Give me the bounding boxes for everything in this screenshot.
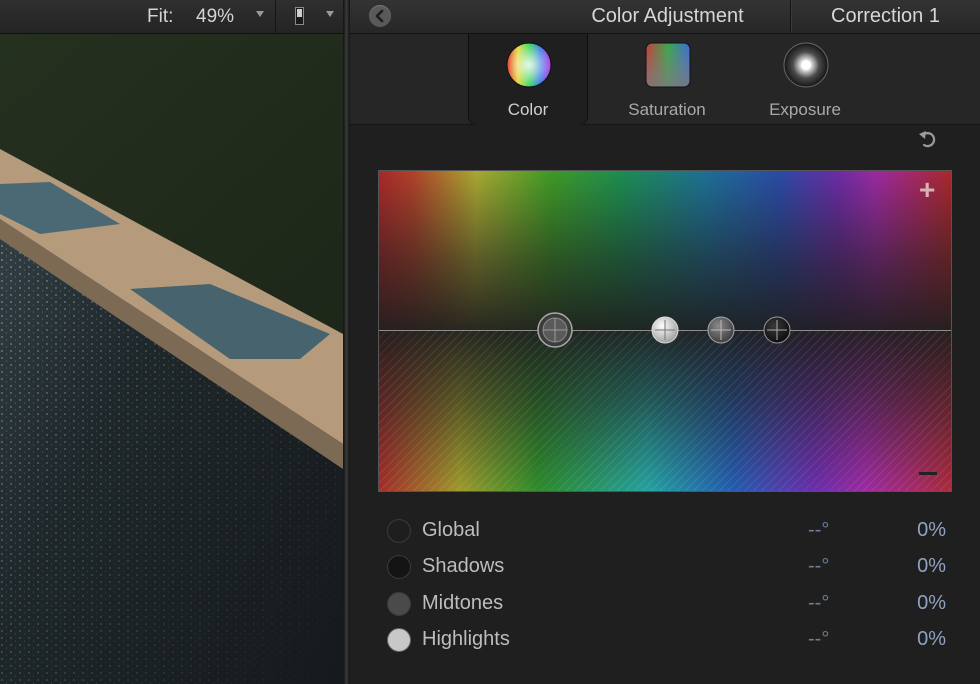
inspector-header: Color Adjustment Correction 1 xyxy=(350,0,980,34)
tab-saturation-label: Saturation xyxy=(628,100,706,119)
tab-color-label: Color xyxy=(507,100,549,119)
highlights-puck-icon xyxy=(651,316,679,344)
highlights-angle-value[interactable]: --° xyxy=(808,628,829,651)
color-board[interactable]: + xyxy=(378,170,952,492)
zoom-dropdown-icon[interactable] xyxy=(256,11,264,17)
highlights-puck[interactable] xyxy=(651,316,679,344)
back-button[interactable] xyxy=(369,5,391,27)
correction-name: Correction 1 xyxy=(831,5,940,27)
global-puck-icon xyxy=(537,312,573,348)
tab-saturation[interactable]: Saturation xyxy=(608,34,726,124)
midtones-percent-value[interactable]: 0% xyxy=(917,592,946,615)
midtones-angle-value[interactable]: --° xyxy=(808,592,829,615)
reset-icon[interactable] xyxy=(916,128,938,150)
tab-exposure[interactable]: Exposure xyxy=(746,34,864,124)
range-row-highlights[interactable]: Highlights --° 0% xyxy=(384,625,954,655)
shadows-percent-value[interactable]: 0% xyxy=(917,555,946,578)
range-row-shadows[interactable]: Shadows --° 0% xyxy=(384,552,954,582)
inspector-title: Color Adjustment xyxy=(591,5,744,27)
color-board-reduce-area[interactable] xyxy=(379,331,951,491)
toolbar-divider xyxy=(275,0,276,33)
viewer-image xyxy=(0,34,343,684)
shadows-puck-icon xyxy=(763,316,791,344)
shadows-label: Shadows xyxy=(422,555,505,577)
view-options-dropdown-icon[interactable] xyxy=(326,11,334,17)
tab-bar: Color Saturation Exposure xyxy=(350,34,980,126)
midtones-puck-icon xyxy=(707,316,735,344)
tab-exposure-label: Exposure xyxy=(769,100,841,119)
view-options-icon[interactable] xyxy=(295,7,304,25)
fit-label: Fit: xyxy=(147,6,174,27)
exposure-sphere-icon xyxy=(783,42,829,88)
highlights-swatch-icon[interactable] xyxy=(387,628,411,652)
global-label: Global xyxy=(422,519,480,541)
color-wheel-icon xyxy=(506,42,552,88)
shadows-swatch-icon[interactable] xyxy=(387,555,411,579)
global-percent-value[interactable]: 0% xyxy=(917,519,946,542)
color-inspector: Color Adjustment Correction 1 Color Satu… xyxy=(350,0,980,684)
midtones-label: Midtones xyxy=(422,592,504,614)
global-angle-value[interactable]: --° xyxy=(808,519,829,542)
highlights-label: Highlights xyxy=(422,628,510,650)
tab-color[interactable]: Color xyxy=(468,34,588,126)
global-swatch-icon[interactable] xyxy=(387,519,411,543)
shadows-puck[interactable] xyxy=(763,316,791,344)
range-row-midtones[interactable]: Midtones --° 0% xyxy=(384,589,954,619)
range-row-global[interactable]: Global --° 0% xyxy=(384,516,954,546)
zoom-value[interactable]: 49% xyxy=(196,6,234,28)
viewer-panel: Fit: 49% xyxy=(0,0,343,684)
color-board-boost-area[interactable] xyxy=(379,171,951,330)
plus-icon: + xyxy=(919,174,936,205)
panel-divider[interactable] xyxy=(343,0,350,684)
midtones-swatch-icon[interactable] xyxy=(387,592,411,616)
saturation-swatch-icon xyxy=(645,42,691,88)
highlights-percent-value[interactable]: 0% xyxy=(917,628,946,651)
midtones-puck[interactable] xyxy=(707,316,735,344)
shadows-angle-value[interactable]: --° xyxy=(808,555,829,578)
viewer-toolbar: Fit: 49% xyxy=(0,0,343,34)
chevron-left-icon xyxy=(375,9,384,23)
global-puck[interactable] xyxy=(537,312,573,348)
minus-icon xyxy=(919,472,937,475)
